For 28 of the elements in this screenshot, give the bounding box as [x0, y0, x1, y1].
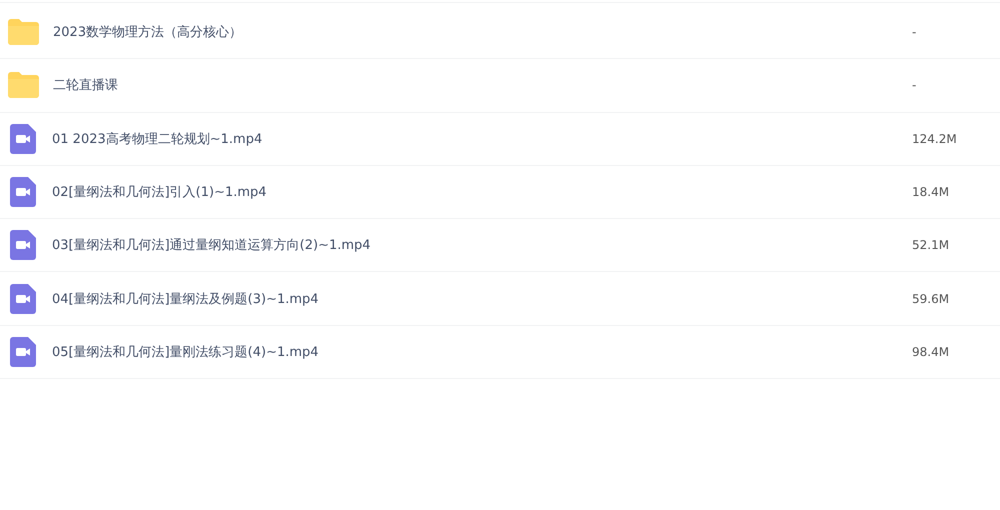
file-size: 124.2M	[912, 132, 958, 146]
folder-icon	[8, 72, 39, 98]
file-size: 18.4M	[912, 185, 950, 200]
file-size: -	[912, 25, 918, 40]
file-name: 03[量纲法和几何法]通过量纲知道运算方向(2)~1.mp4	[52, 237, 372, 254]
file-row[interactable]: 03[量纲法和几何法]通过量纲知道运算方向(2)~1.mp4 52.1M	[0, 219, 1000, 272]
file-name: 2023数学物理方法（高分核心）	[53, 24, 244, 42]
file-name: 二轮直播课	[53, 77, 119, 94]
file-row[interactable]: 01 2023高考物理二轮规划~1.mp4 124.2M	[0, 112, 1000, 166]
file-name: 02[量纲法和几何法]引入(1)~1.mp4	[52, 184, 268, 202]
file-name: 04[量纲法和几何法]量纲法及例题(3)~1.mp4	[52, 290, 320, 308]
video-file-icon	[10, 124, 36, 154]
video-file-icon	[10, 336, 36, 367]
file-size: -	[912, 78, 918, 92]
file-name: 01 2023高考物理二轮规划~1.mp4	[52, 130, 264, 148]
file-name: 05[量纲法和几何法]量刚法练习题(4)~1.mp4	[52, 344, 320, 361]
file-size: 59.6M	[912, 292, 950, 306]
video-file-icon	[10, 230, 36, 260]
file-row[interactable]: 2023数学物理方法（高分核心） -	[0, 6, 1000, 60]
file-size: 52.1M	[912, 238, 950, 252]
video-file-icon	[10, 177, 36, 208]
file-row[interactable]: 二轮直播课 -	[0, 59, 1000, 113]
file-row[interactable]: 04[量纲法和几何法]量纲法及例题(3)~1.mp4 59.6M	[0, 272, 1000, 326]
video-file-icon	[10, 284, 36, 314]
file-row[interactable]: 05[量纲法和几何法]量刚法练习题(4)~1.mp4 98.4M	[0, 326, 1000, 380]
folder-icon	[8, 19, 39, 46]
file-row[interactable]: 02[量纲法和几何法]引入(1)~1.mp4 18.4M	[0, 166, 1000, 220]
file-size: 98.4M	[912, 344, 950, 359]
